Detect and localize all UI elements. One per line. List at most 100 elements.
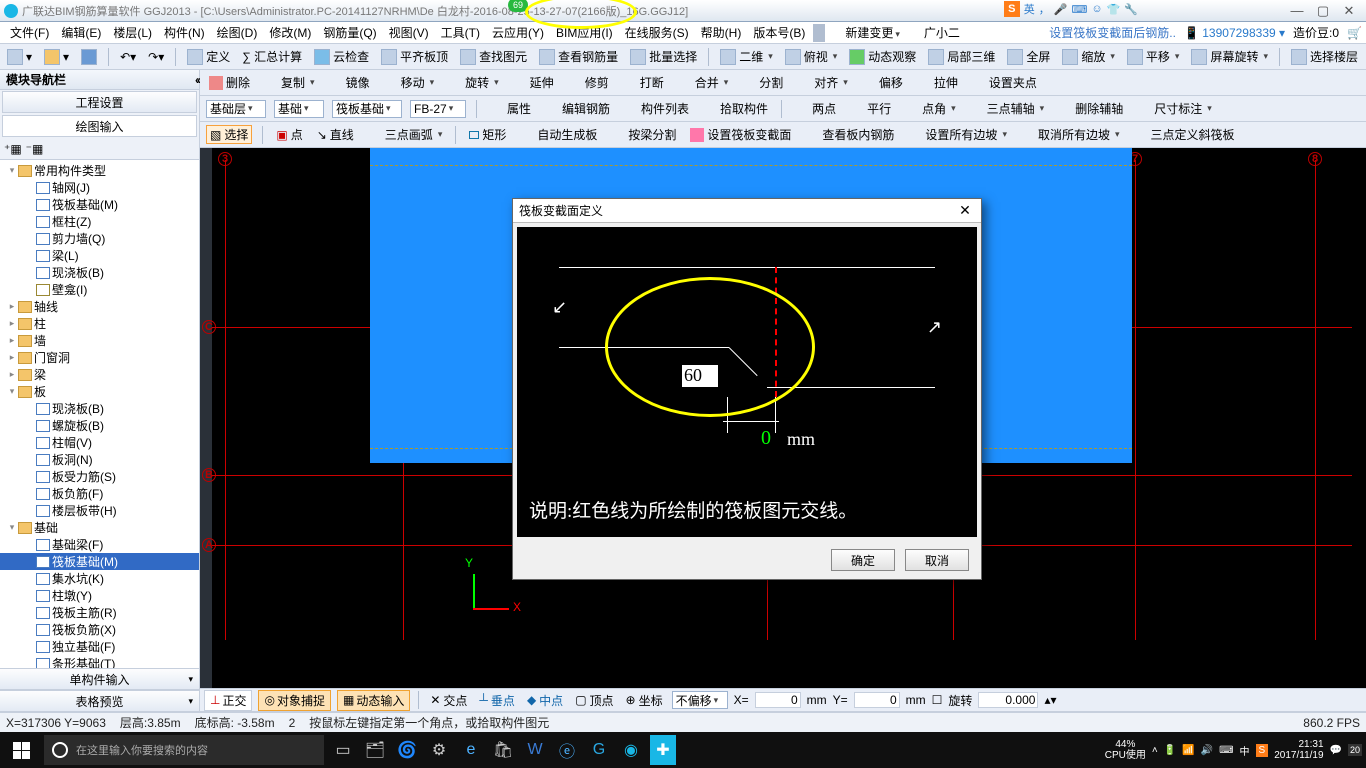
set-section-button[interactable]: 设置筏板变截面 (687, 126, 794, 143)
delete-button[interactable]: 删除 (206, 74, 253, 91)
stretch-button[interactable]: 拉伸 (914, 74, 961, 91)
ime-lang[interactable]: 英 (1024, 1, 1035, 17)
pick-component-button[interactable]: 拾取构件 (700, 100, 771, 117)
menu-online[interactable]: 在线服务(S) (619, 24, 695, 41)
two-point-button[interactable]: 两点 (792, 100, 839, 117)
snap-coord[interactable]: ⊕坐标 (623, 692, 666, 709)
tree-item[interactable]: 基础梁(F) (0, 536, 199, 553)
menu-modify[interactable]: 修改(M) (263, 24, 317, 41)
menu-tool[interactable]: 工具(T) (435, 24, 486, 41)
explorer-icon[interactable]: 🗂 (362, 735, 388, 765)
tree-item[interactable]: ▸梁 (0, 366, 199, 383)
pan-button[interactable]: 平移 (1124, 48, 1183, 65)
tree-item[interactable]: ▾基础 (0, 519, 199, 536)
ortho-toggle[interactable]: ⊥正交 (204, 690, 252, 711)
new-change-button[interactable]: 新建变更 (839, 24, 906, 41)
tree-item[interactable]: ▾常用构件类型 (0, 162, 199, 179)
kind-dropdown[interactable]: 基础 (274, 100, 324, 118)
cloud-check-button[interactable]: 云检查 (311, 48, 372, 65)
select-button[interactable]: ▧ 选择 (206, 125, 252, 144)
menu-component[interactable]: 构件(N) (158, 24, 211, 41)
dimension-button[interactable]: 尺寸标注 (1134, 100, 1215, 117)
new-button[interactable]: ▾ (4, 49, 35, 65)
draw-input-tab[interactable]: 绘图输入 (2, 115, 197, 137)
price-beans[interactable]: 造价豆:0 (1293, 24, 1339, 41)
tray-sound-icon[interactable]: 🔊 (1201, 745, 1213, 756)
sum-button[interactable]: ∑ 汇总计算 (239, 48, 305, 65)
merge-button[interactable]: 合并 (675, 74, 732, 91)
offset-mode-dropdown[interactable]: 不偏移 (672, 691, 728, 709)
by-beam-button[interactable]: 按梁分割 (608, 126, 679, 143)
user-name[interactable]: 广小二 (918, 24, 966, 41)
menu-file[interactable]: 文件(F) (4, 24, 55, 41)
drawing-canvas[interactable]: 3 4 5 6 7 8 C B A (200, 148, 1366, 688)
table-preview-tab[interactable]: 表格预览▾ (0, 690, 199, 712)
mirror-button[interactable]: 镜像 (326, 74, 373, 91)
flat-button[interactable]: 平齐板顶 (378, 48, 451, 65)
tree-item[interactable]: ▾板 (0, 383, 199, 400)
ime-shirt-icon[interactable]: 👕 (1107, 3, 1121, 16)
snap-mid[interactable]: ◆中点 (524, 692, 566, 709)
tree-item[interactable]: 轴网(J) (0, 179, 199, 196)
subkind-dropdown[interactable]: 筏板基础 (332, 100, 402, 118)
see-slab-rebar-button[interactable]: 查看板内钢筋 (802, 126, 897, 143)
code-dropdown[interactable]: FB-27 (410, 100, 466, 118)
menu-help[interactable]: 帮助(H) (695, 24, 748, 41)
dyninput-toggle[interactable]: ▦动态输入 (337, 690, 410, 711)
snap-cross[interactable]: ✕交点 (427, 692, 470, 709)
parallel-button[interactable]: 平行 (847, 100, 894, 117)
tree-item[interactable]: 壁龛(I) (0, 281, 199, 298)
rot-check[interactable]: ☐ (932, 693, 943, 707)
tree-item[interactable]: ▸柱 (0, 315, 199, 332)
tray-wifi-icon[interactable]: 📶 (1182, 745, 1194, 756)
2d-button[interactable]: 二维 (717, 48, 776, 65)
menu-cloud[interactable]: 云应用(Y) (486, 24, 550, 41)
tray-up-icon[interactable]: ˄ (1152, 745, 1158, 756)
dialog-close-button[interactable]: ✕ (955, 202, 975, 219)
tree-item[interactable]: 楼层板带(H) (0, 502, 199, 519)
ime-face-icon[interactable]: ☺ (1091, 3, 1102, 15)
property-button[interactable]: 属性 (487, 100, 534, 117)
point-angle-button[interactable]: 点角 (902, 100, 959, 117)
tree-item[interactable]: 集水坑(K) (0, 570, 199, 587)
snap-top[interactable]: ▢顶点 (572, 692, 616, 709)
y-input[interactable]: 0 (854, 692, 900, 708)
tree-item[interactable]: 板负筋(F) (0, 485, 199, 502)
announcement-link[interactable]: 设置筏板变截面后钢筋.. (1049, 24, 1176, 41)
word-icon[interactable]: W (522, 735, 548, 765)
line-button[interactable]: ↘ 直线 (314, 126, 357, 143)
taskbar-search[interactable]: 在这里输入你要搜索的内容 (44, 735, 324, 765)
tree-item[interactable]: 筏板基础(M) (0, 553, 199, 570)
tree-item[interactable]: 独立基础(F) (0, 638, 199, 655)
three-point-slab-button[interactable]: 三点定义斜筏板 (1131, 126, 1238, 143)
copy-button[interactable]: 复制 (261, 74, 318, 91)
browser-icon[interactable]: 🌀 (394, 735, 420, 765)
edge-icon[interactable]: e (458, 735, 484, 765)
tray-clock[interactable]: 21:312017/11/19 (1274, 739, 1323, 761)
store-icon[interactable]: 🛍 (490, 735, 516, 765)
arc-button[interactable]: 三点画弧 (365, 126, 446, 143)
tray-ime-lang[interactable]: 中 (1240, 743, 1250, 758)
tray-battery-icon[interactable]: 🔋 (1164, 745, 1176, 756)
zoom-button[interactable]: 缩放 (1059, 48, 1118, 65)
system-tray[interactable]: 44%CPU使用 ˄ 🔋 📶 🔊 ⌨ 中 S 21:312017/11/19 💬… (1105, 739, 1362, 761)
trim-button[interactable]: 修剪 (565, 74, 612, 91)
tree-item[interactable]: 筏板主筋(R) (0, 604, 199, 621)
component-list-button[interactable]: 构件列表 (621, 100, 692, 117)
move-button[interactable]: 移动 (381, 74, 438, 91)
single-input-tab[interactable]: 单构件输入▾ (0, 668, 199, 690)
ime-punct-icon[interactable]: ， (1039, 1, 1050, 17)
tray-notification-icon[interactable]: 💬 (1330, 745, 1342, 756)
tree-item[interactable]: ▸墙 (0, 332, 199, 349)
tree-item[interactable]: 板受力筋(S) (0, 468, 199, 485)
pick-floor-button[interactable]: 选择楼层 (1288, 48, 1361, 65)
ggj-icon[interactable]: ◉ (618, 735, 644, 765)
menu-view[interactable]: 视图(V) (383, 24, 435, 41)
tree-item[interactable]: 梁(L) (0, 247, 199, 264)
collapse-icon[interactable]: ‹‹ (195, 73, 199, 87)
break-button[interactable]: 打断 (620, 74, 667, 91)
floor-dropdown[interactable]: 基础层 (206, 100, 266, 118)
tray-sogou-icon[interactable]: S (1256, 744, 1269, 757)
maximize-button[interactable]: ▢ (1310, 2, 1336, 20)
menu-rebar[interactable]: 钢筋量(Q) (317, 24, 382, 41)
